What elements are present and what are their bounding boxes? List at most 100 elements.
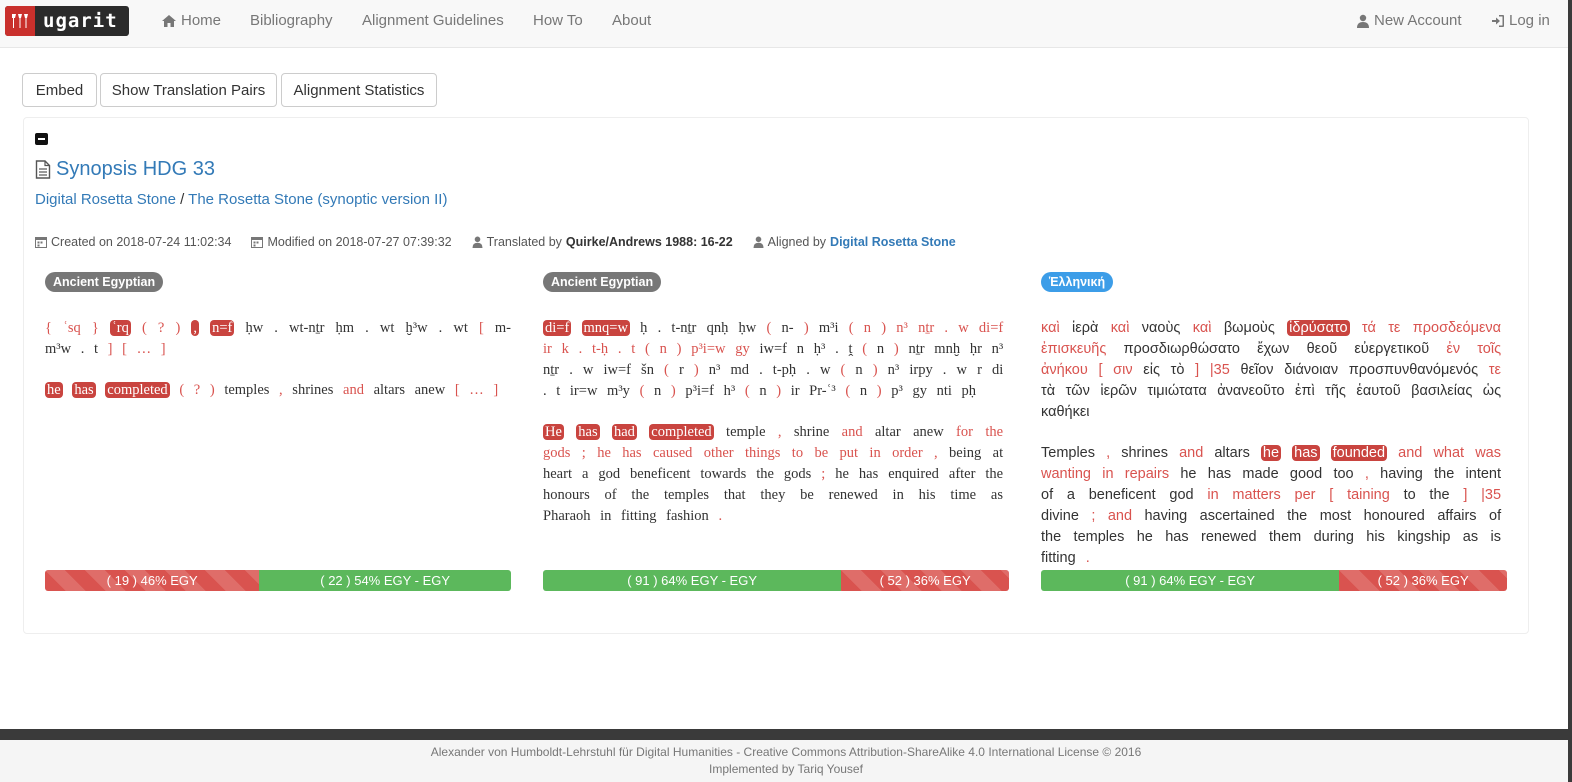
token[interactable]: as	[991, 487, 1003, 503]
token[interactable]: gods	[784, 466, 811, 482]
token[interactable]: …	[137, 341, 152, 357]
token[interactable]: διάνοιαν	[1284, 362, 1338, 378]
token[interactable]: md	[730, 362, 749, 378]
token[interactable]: t	[556, 383, 560, 399]
token[interactable]: k	[562, 341, 569, 357]
token[interactable]: caused	[653, 445, 692, 461]
highlighted-token[interactable]: ,	[191, 320, 199, 336]
token[interactable]: ?	[158, 320, 164, 336]
token[interactable]: temple	[726, 424, 765, 440]
token[interactable]: of	[1041, 487, 1053, 503]
token[interactable]: ]	[1195, 362, 1199, 378]
nav-login[interactable]: Log in	[1491, 12, 1550, 29]
token[interactable]: )	[894, 341, 899, 357]
token[interactable]: kingship	[1397, 529, 1450, 545]
token[interactable]: n-	[782, 320, 794, 336]
highlighted-token[interactable]: has	[72, 382, 96, 398]
token[interactable]: )	[694, 362, 699, 378]
token[interactable]: ʿsq	[63, 320, 81, 336]
token[interactable]: order	[892, 445, 923, 461]
token[interactable]: fitting	[621, 508, 656, 524]
token[interactable]: p³	[891, 383, 903, 399]
token[interactable]: ἐν	[1446, 341, 1460, 357]
highlighted-token[interactable]: ʿrq	[109, 320, 131, 336]
token[interactable]: taining	[1347, 487, 1390, 503]
token[interactable]: βασιλείας	[1411, 383, 1472, 399]
token[interactable]: .	[439, 320, 443, 336]
token[interactable]: (	[645, 341, 650, 357]
token[interactable]: )	[776, 383, 781, 399]
token[interactable]: [	[122, 341, 127, 357]
highlighted-token[interactable]: had	[611, 424, 637, 440]
token[interactable]: ḥ	[640, 320, 647, 336]
token[interactable]: šn	[641, 362, 654, 378]
token[interactable]: ἑαυτοῦ	[1356, 383, 1400, 399]
highlighted-token[interactable]: mnq=w	[581, 320, 630, 336]
token[interactable]: (	[179, 382, 184, 398]
token[interactable]: anew	[913, 424, 944, 440]
nav-home[interactable]: Home	[161, 12, 221, 29]
token[interactable]: intent	[1466, 466, 1501, 482]
token[interactable]: di=f	[979, 320, 1003, 336]
token[interactable]: καὶ	[1193, 320, 1212, 336]
collapse-icon[interactable]	[35, 133, 48, 145]
token[interactable]: .	[718, 508, 722, 524]
token[interactable]: ἱερὰ	[1072, 320, 1098, 336]
token[interactable]: προσδιωρθώσατο	[1124, 341, 1240, 357]
token[interactable]: the	[631, 487, 649, 503]
token[interactable]: n³	[896, 320, 908, 336]
token[interactable]: ḥr	[970, 341, 982, 357]
token[interactable]: qnḥ	[707, 320, 729, 336]
token[interactable]: what	[1433, 445, 1464, 461]
token[interactable]: προσπυνθανόμενός	[1349, 362, 1478, 378]
token[interactable]: (	[862, 341, 867, 357]
token[interactable]: )	[873, 362, 878, 378]
token[interactable]: .	[658, 320, 662, 336]
token[interactable]: in	[869, 445, 880, 461]
token[interactable]: to	[1404, 487, 1416, 503]
token[interactable]: ir=w	[570, 383, 598, 399]
token[interactable]: has	[1208, 466, 1231, 482]
token[interactable]: fitting	[1041, 550, 1076, 566]
token[interactable]: and	[1398, 445, 1422, 461]
token[interactable]: irpy	[909, 362, 932, 378]
token[interactable]: w	[820, 362, 830, 378]
token[interactable]: t	[631, 341, 635, 357]
token[interactable]: iw=f	[759, 341, 787, 357]
token[interactable]: the	[1041, 529, 1061, 545]
nav-bibliography[interactable]: Bibliography	[250, 12, 333, 29]
token[interactable]: shrines	[1121, 445, 1168, 461]
token[interactable]: n	[654, 383, 661, 399]
token[interactable]: them	[1269, 529, 1301, 545]
token[interactable]: nti	[937, 383, 952, 399]
highlighted-token[interactable]: ἱδρύσατο	[1287, 320, 1350, 336]
token[interactable]: (	[142, 320, 147, 336]
token[interactable]: honours	[543, 487, 590, 503]
token[interactable]: )	[210, 382, 215, 398]
token[interactable]: be	[814, 445, 828, 461]
token[interactable]: καθήκει	[1041, 404, 1090, 420]
token[interactable]: .	[806, 362, 810, 378]
highlighted-token[interactable]: completed	[649, 424, 714, 440]
token[interactable]: heart	[543, 466, 572, 482]
token[interactable]: things	[745, 445, 780, 461]
token[interactable]: has	[622, 445, 641, 461]
token[interactable]: nṯr	[918, 320, 934, 336]
token[interactable]: most	[1320, 508, 1351, 524]
token[interactable]: gy	[735, 341, 750, 357]
token[interactable]: εἰς	[1143, 362, 1160, 378]
token[interactable]: ḥ³	[814, 341, 826, 357]
token[interactable]: w	[583, 362, 593, 378]
token[interactable]: renewed	[1201, 529, 1257, 545]
breadcrumb-document[interactable]: The Rosetta Stone (synoptic version II)	[188, 191, 447, 208]
token[interactable]: )	[804, 320, 809, 336]
token[interactable]: ,	[1365, 466, 1369, 482]
token[interactable]: τε	[1489, 362, 1501, 378]
token[interactable]: (	[745, 383, 750, 399]
token[interactable]: σιν	[1113, 362, 1132, 378]
token[interactable]: divine	[1041, 508, 1079, 524]
token[interactable]: r	[679, 362, 684, 378]
token[interactable]: }	[92, 320, 99, 336]
token[interactable]: τε	[1388, 320, 1400, 336]
token[interactable]: honoured	[1364, 508, 1425, 524]
